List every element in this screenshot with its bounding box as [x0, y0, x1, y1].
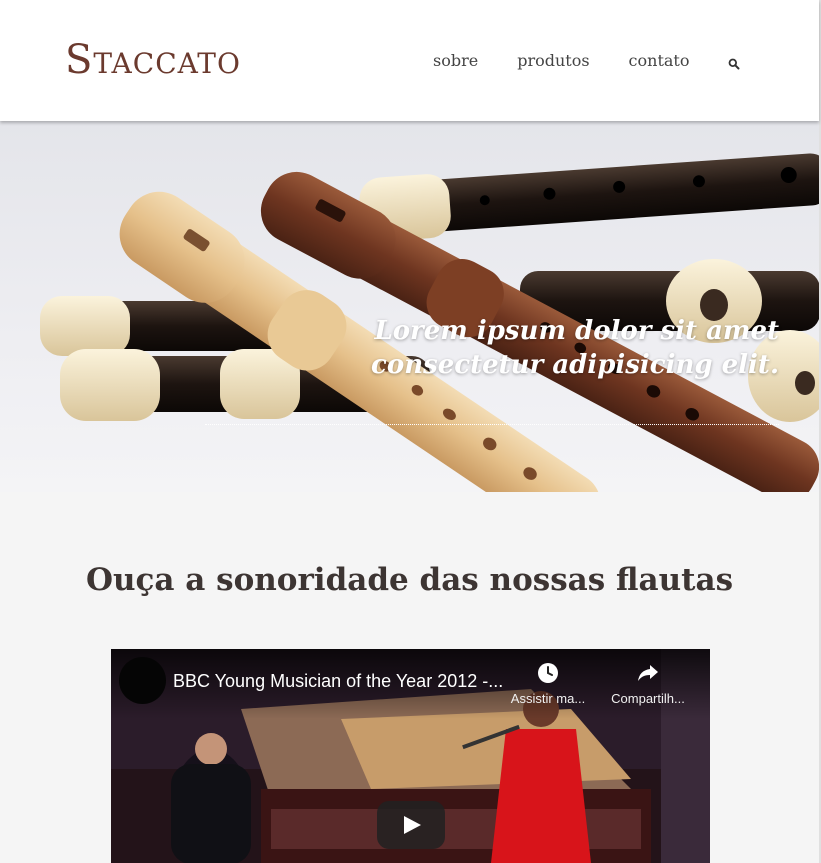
video-player[interactable]: BBC Young Musician of the Year 2012 -...…: [111, 649, 710, 863]
search-icon[interactable]: [728, 55, 740, 70]
logo-text: Staccato: [65, 37, 241, 83]
hero-divider: [205, 424, 779, 425]
section-title: Ouça a sonoridade das nossas flautas: [85, 562, 734, 598]
share-arrow-icon: [603, 661, 693, 685]
nav-link-produtos[interactable]: produtos: [517, 50, 589, 72]
clock-icon: [503, 661, 593, 685]
video-title[interactable]: BBC Young Musician of the Year 2012 -...: [173, 670, 503, 692]
watch-later-label: Assistir ma...: [510, 691, 586, 706]
play-icon[interactable]: [377, 801, 445, 849]
share-button[interactable]: Compartilh...: [603, 661, 693, 706]
hero-recorders-image: [40, 153, 819, 492]
logo[interactable]: Staccato: [65, 36, 241, 84]
nav-link-contato[interactable]: contato: [629, 50, 690, 72]
share-label: Compartilh...: [611, 691, 685, 706]
site-header: Staccato sobre produtos contato: [0, 0, 819, 121]
channel-avatar[interactable]: [119, 657, 166, 704]
watch-later-button[interactable]: Assistir ma...: [503, 661, 593, 706]
hero-quote: Lorem ipsum dolor sit amet consectetur a…: [371, 316, 779, 380]
nav-link-sobre[interactable]: sobre: [433, 50, 478, 72]
hero-banner: Lorem ipsum dolor sit amet consectetur a…: [0, 121, 819, 492]
main-nav: sobre produtos contato: [433, 50, 728, 72]
